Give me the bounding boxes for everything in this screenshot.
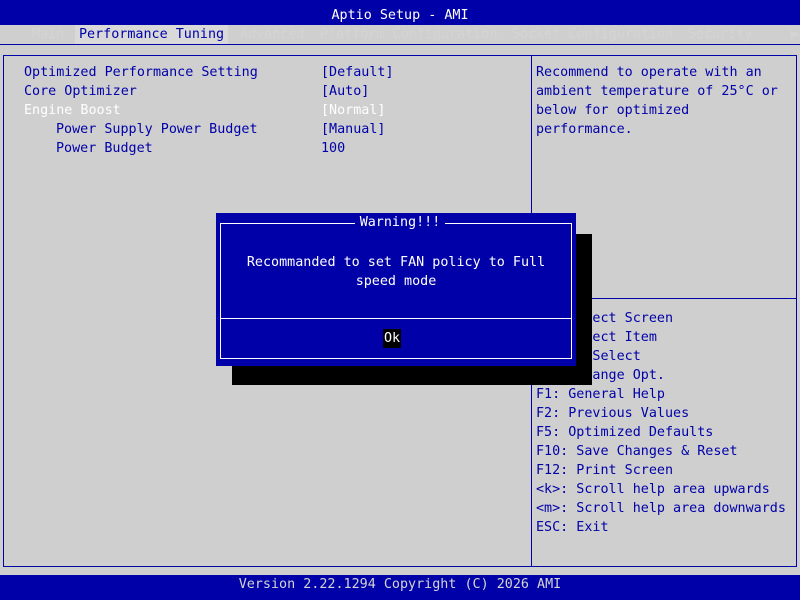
app-title: Aptio Setup - AMI	[331, 8, 469, 23]
help-text: Recommend to operate with an ambient tem…	[536, 65, 778, 137]
key-hint-scroll-down: <m>: Scroll help area downwards	[536, 501, 786, 516]
key-hint-exit: ESC: Exit	[536, 520, 609, 535]
setting-optimized-performance[interactable]: Optimized Performance Setting [Default]	[24, 63, 524, 82]
tab-platform-configuration[interactable]: Platform Configuration	[316, 25, 501, 44]
tab-scroll-right-icon[interactable]: ▶	[789, 25, 800, 44]
ok-button[interactable]: Ok	[383, 329, 402, 348]
tab-security[interactable]: Security	[684, 25, 757, 44]
key-hint-scroll-up: <k>: Scroll help area upwards	[536, 482, 770, 497]
key-hint-save-reset: F10: Save Changes & Reset	[536, 444, 738, 459]
dialog-divider	[220, 318, 572, 319]
setting-core-optimizer[interactable]: Core Optimizer [Auto]	[24, 82, 524, 101]
dialog-message: Recommanded to set FAN policy to Full sp…	[246, 255, 546, 289]
bottom-strip	[0, 594, 800, 600]
setting-label: Power Budget	[56, 141, 153, 156]
key-hint-print-screen: F12: Print Screen	[536, 463, 674, 478]
tab-main[interactable]: Main	[28, 25, 68, 44]
setting-label: Optimized Performance Setting	[24, 65, 258, 80]
setting-power-supply-power-budget[interactable]: Power Supply Power Budget [Manual]	[24, 120, 524, 139]
tab-performance-tuning[interactable]: Performance Tuning	[75, 25, 229, 44]
title-bar-underline	[0, 44, 800, 45]
setting-label: Core Optimizer	[24, 84, 137, 99]
key-hint-general-help: F1: General Help	[536, 387, 665, 402]
title-bar: Aptio Setup - AMI	[0, 0, 800, 25]
version-footer: Version 2.22.1294 Copyright (C) 2026 AMI	[0, 575, 800, 594]
setting-power-budget[interactable]: Power Budget 100	[24, 139, 524, 158]
tab-advanced[interactable]: Advanced	[236, 25, 309, 44]
tab-bar: Main Performance Tuning Advanced Platfor…	[0, 25, 800, 44]
setting-value[interactable]: [Normal]	[321, 101, 386, 120]
setting-label: Power Supply Power Budget	[56, 122, 258, 137]
setting-value[interactable]: 100	[321, 139, 345, 158]
setting-value[interactable]: [Manual]	[321, 120, 386, 139]
setting-engine-boost[interactable]: Engine Boost [Normal]	[24, 101, 524, 120]
key-hint-optimized-defaults: F5: Optimized Defaults	[536, 425, 714, 440]
setting-value[interactable]: [Auto]	[321, 82, 369, 101]
setting-value[interactable]: [Default]	[321, 63, 394, 82]
setting-label: Engine Boost	[24, 103, 121, 118]
key-hint-previous-values: F2: Previous Values	[536, 406, 690, 421]
tab-socket-configuration[interactable]: Socket Configuration	[508, 25, 677, 44]
